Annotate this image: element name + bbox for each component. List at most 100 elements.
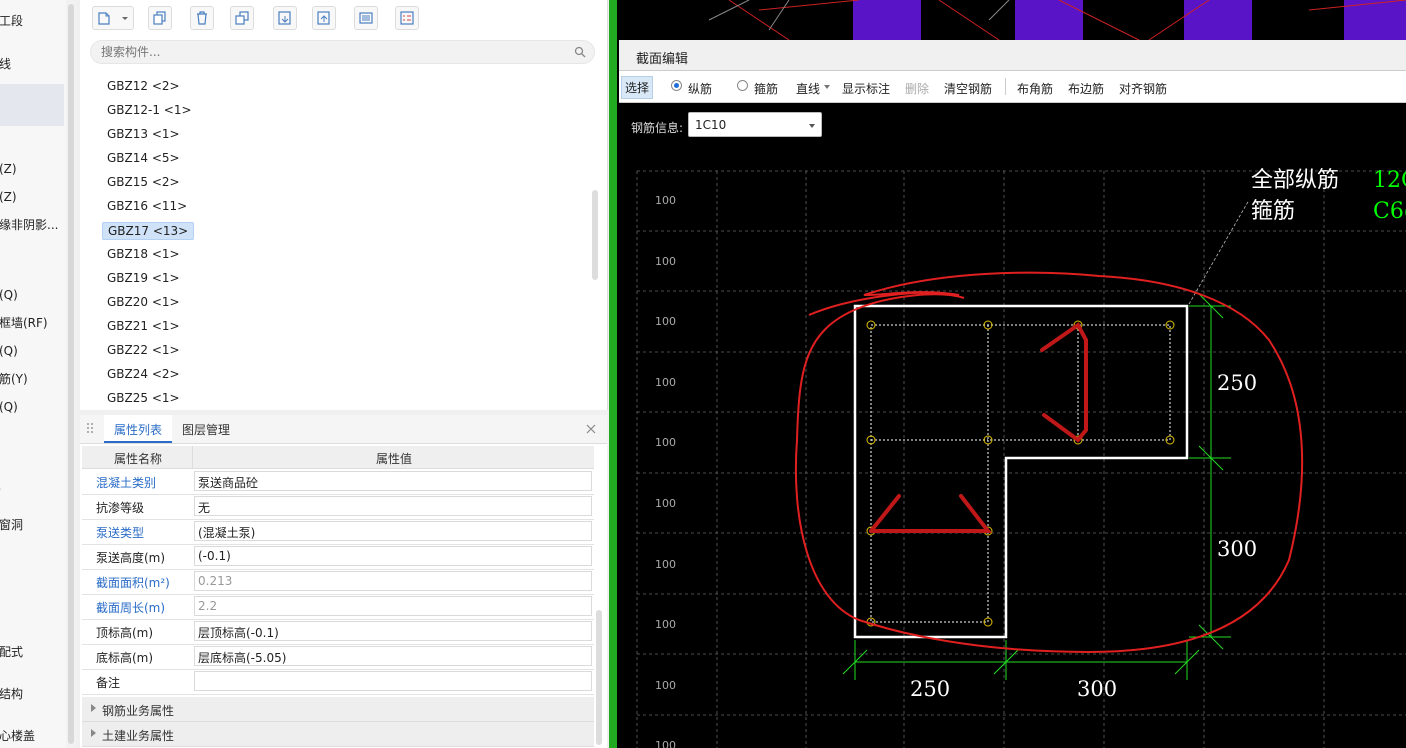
- sidebar-item[interactable]: 边缘非阴影...: [0, 216, 66, 233]
- property-name: 顶标高(m): [96, 626, 154, 640]
- sidebar-item[interactable]: 空心楼盖: [0, 727, 47, 744]
- list-item[interactable]: GBZ17 <13>: [102, 222, 195, 240]
- property-row: 截面面积(m²) 0.213: [82, 569, 594, 595]
- tab-property-list[interactable]: 属性列表: [104, 415, 172, 443]
- sidebar-item-label: 墙(Q): [0, 288, 18, 302]
- sidebar-item[interactable]: 钢结构: [0, 685, 35, 702]
- sidebar-item[interactable]: 柱: [0, 84, 64, 126]
- sidebar-item[interactable]: 墙(Q): [0, 398, 30, 415]
- sidebar-item[interactable]: 门窗洞: [0, 516, 35, 533]
- property-group-label: 土建业务属性: [102, 729, 175, 743]
- red-markup: [794, 271, 1304, 654]
- list-item[interactable]: GBZ14 <5>: [102, 150, 185, 166]
- component-panel: GBZ12 <2> GBZ12-1 <1> GBZ13 <1> GBZ14 <5> GB…: [80, 0, 608, 410]
- sidebar-item[interactable]: E): [0, 454, 11, 468]
- sidebar-item[interactable]: Q): [0, 482, 13, 496]
- sidebar-item[interactable]: 墙(Q): [0, 342, 30, 359]
- property-value[interactable]: 0.213: [194, 571, 592, 591]
- left-nav-scrollbar[interactable]: [66, 0, 76, 748]
- header-value: 属性值: [376, 452, 413, 466]
- grid-label: 100: [655, 497, 676, 510]
- sidebar-item-label: 空心楼盖: [0, 729, 36, 743]
- tab-label: 图层管理: [182, 423, 231, 437]
- list-item[interactable]: GBZ21 <1>: [102, 318, 185, 334]
- grid-label: 100: [655, 315, 676, 328]
- sidebar-item-label: Q): [0, 482, 1, 496]
- list-item[interactable]: GBZ24 <2>: [102, 366, 185, 382]
- sidebar-item-label: 轴线: [0, 57, 12, 71]
- drag-handle-icon[interactable]: [86, 422, 94, 436]
- annotation-stirrup-label: 箍筋: [1251, 199, 1295, 224]
- property-value[interactable]: 层顶标高(-0.1): [194, 621, 592, 641]
- property-name: 底标高(m): [96, 651, 154, 665]
- search-input[interactable]: [90, 40, 595, 64]
- sidebar-item-label: 墙(Q): [0, 344, 18, 358]
- sidebar-item[interactable]: 轴线: [0, 55, 23, 72]
- list-item[interactable]: GBZ12 <2>: [102, 78, 185, 94]
- section-drawing[interactable]: 100 100 100 100 100 100 100 100 100 100 250 300 2…: [619, 40, 1406, 748]
- sidebar-item-label: 装配式: [0, 645, 24, 659]
- close-icon[interactable]: [586, 424, 596, 434]
- sidebar-item-label: 边缘非阴影...: [0, 218, 59, 232]
- sidebar-item-label: 门窗洞: [0, 518, 24, 532]
- list-item[interactable]: GBZ16 <11>: [102, 198, 192, 214]
- sidebar-item[interactable]: 板: [0, 600, 11, 617]
- sidebar-item[interactable]: 装配式: [0, 643, 35, 660]
- tab-label: 属性列表: [114, 423, 163, 437]
- sidebar-item[interactable]: 施工段: [0, 12, 35, 29]
- property-name: 抗渗等级: [96, 501, 145, 515]
- list-item[interactable]: GBZ20 <1>: [102, 294, 185, 310]
- property-value[interactable]: 泵送商品砼: [194, 471, 592, 491]
- property-value[interactable]: (混凝土泵): [194, 521, 592, 541]
- list-item[interactable]: GBZ12-1 <1>: [102, 102, 197, 118]
- list-item[interactable]: GBZ19 <1>: [102, 270, 185, 286]
- grid-label: 100: [655, 436, 676, 449]
- property-row: 截面周长(m) 2.2: [82, 594, 594, 620]
- property-view-button[interactable]: [395, 6, 419, 30]
- property-value[interactable]: 2.2: [194, 596, 592, 616]
- list-item[interactable]: GBZ15 <2>: [102, 174, 185, 190]
- delete-component-button[interactable]: [190, 6, 214, 30]
- import-button[interactable]: [273, 6, 297, 30]
- property-group[interactable]: 钢筋业务属性: [82, 697, 594, 722]
- property-name: 泵送类型: [96, 526, 145, 540]
- chevron-right-icon: [91, 704, 96, 712]
- sidebar-item[interactable]: 柱(Z): [0, 160, 29, 177]
- search-icon[interactable]: [574, 46, 586, 58]
- sidebar-item[interactable]: 墙: [0, 251, 11, 268]
- list-item[interactable]: GBZ22 <1>: [102, 342, 185, 358]
- sidebar-item[interactable]: 门框墙(RF): [0, 314, 60, 331]
- annotation-longitudinal-label: 全部纵筋: [1251, 168, 1339, 193]
- sidebar-item[interactable]: 加筋(Y): [0, 370, 40, 387]
- sidebar-item[interactable]: 墙(Q): [0, 286, 30, 303]
- new-component-button[interactable]: [92, 6, 134, 30]
- grid-label: 100: [655, 376, 676, 389]
- property-scrollbar[interactable]: [596, 610, 602, 745]
- list-item[interactable]: GBZ25 <1>: [102, 390, 185, 406]
- new-icon: [98, 12, 110, 25]
- property-value[interactable]: 无: [194, 496, 592, 516]
- property-row: 备注: [82, 669, 594, 695]
- layer-copy-button[interactable]: [230, 6, 254, 30]
- property-group[interactable]: 土建业务属性: [82, 722, 594, 747]
- sidebar-item[interactable]: 柱(Z): [0, 188, 29, 205]
- property-value[interactable]: (-0.1): [194, 546, 592, 566]
- property-value[interactable]: 层底标高(-5.05): [194, 646, 592, 666]
- sidebar-item-label: 钢结构: [0, 687, 24, 701]
- property-value[interactable]: [194, 671, 592, 691]
- copy-component-button[interactable]: [148, 6, 172, 30]
- delete-icon: [197, 11, 207, 25]
- left-nav: 施工段轴线柱柱(Z) 柱(Z) 边缘非阴影... 墙墙(Q) 门框墙(RF) 墙(Q) 加筋…: [0, 0, 67, 748]
- property-name: 截面周长(m): [96, 601, 166, 615]
- export-button[interactable]: [312, 6, 336, 30]
- component-list-scrollbar[interactable]: [592, 190, 598, 280]
- list-item[interactable]: GBZ18 <1>: [102, 246, 185, 262]
- sidebar-item[interactable]: 梁: [0, 558, 11, 575]
- sidebar-item-label: 柱(Z): [0, 162, 17, 176]
- sidebar-item[interactable]: A): [0, 426, 12, 440]
- list-item[interactable]: GBZ13 <1>: [102, 126, 185, 142]
- dim-right-top: 250: [1217, 371, 1257, 395]
- list-view-button[interactable]: [354, 6, 378, 30]
- tab-layer-management[interactable]: 图层管理: [174, 415, 244, 443]
- grid-label: 100: [655, 558, 676, 571]
